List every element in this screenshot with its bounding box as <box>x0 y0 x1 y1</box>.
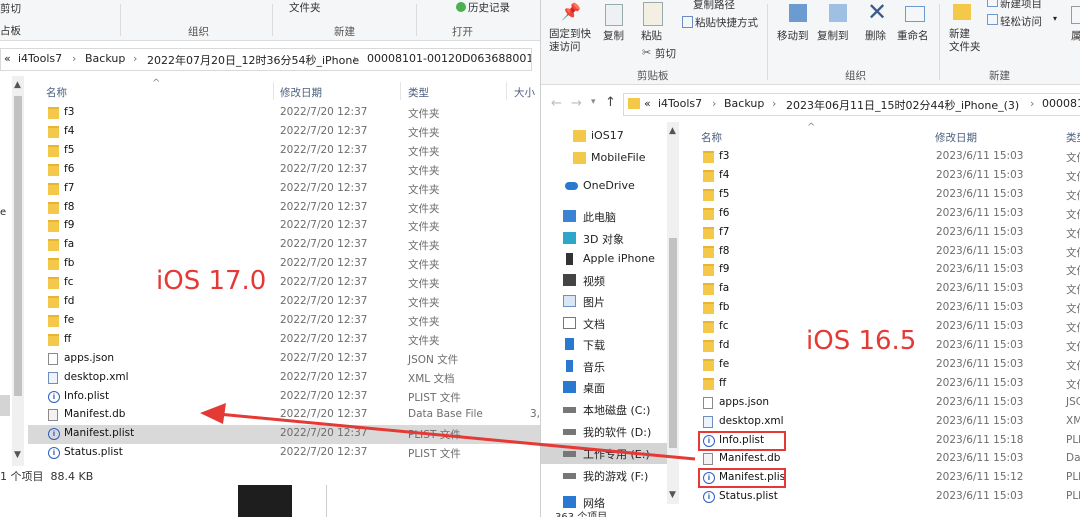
arrow-head <box>200 403 226 424</box>
comparison-arrow <box>200 403 696 461</box>
arrow-shaft <box>217 412 696 461</box>
